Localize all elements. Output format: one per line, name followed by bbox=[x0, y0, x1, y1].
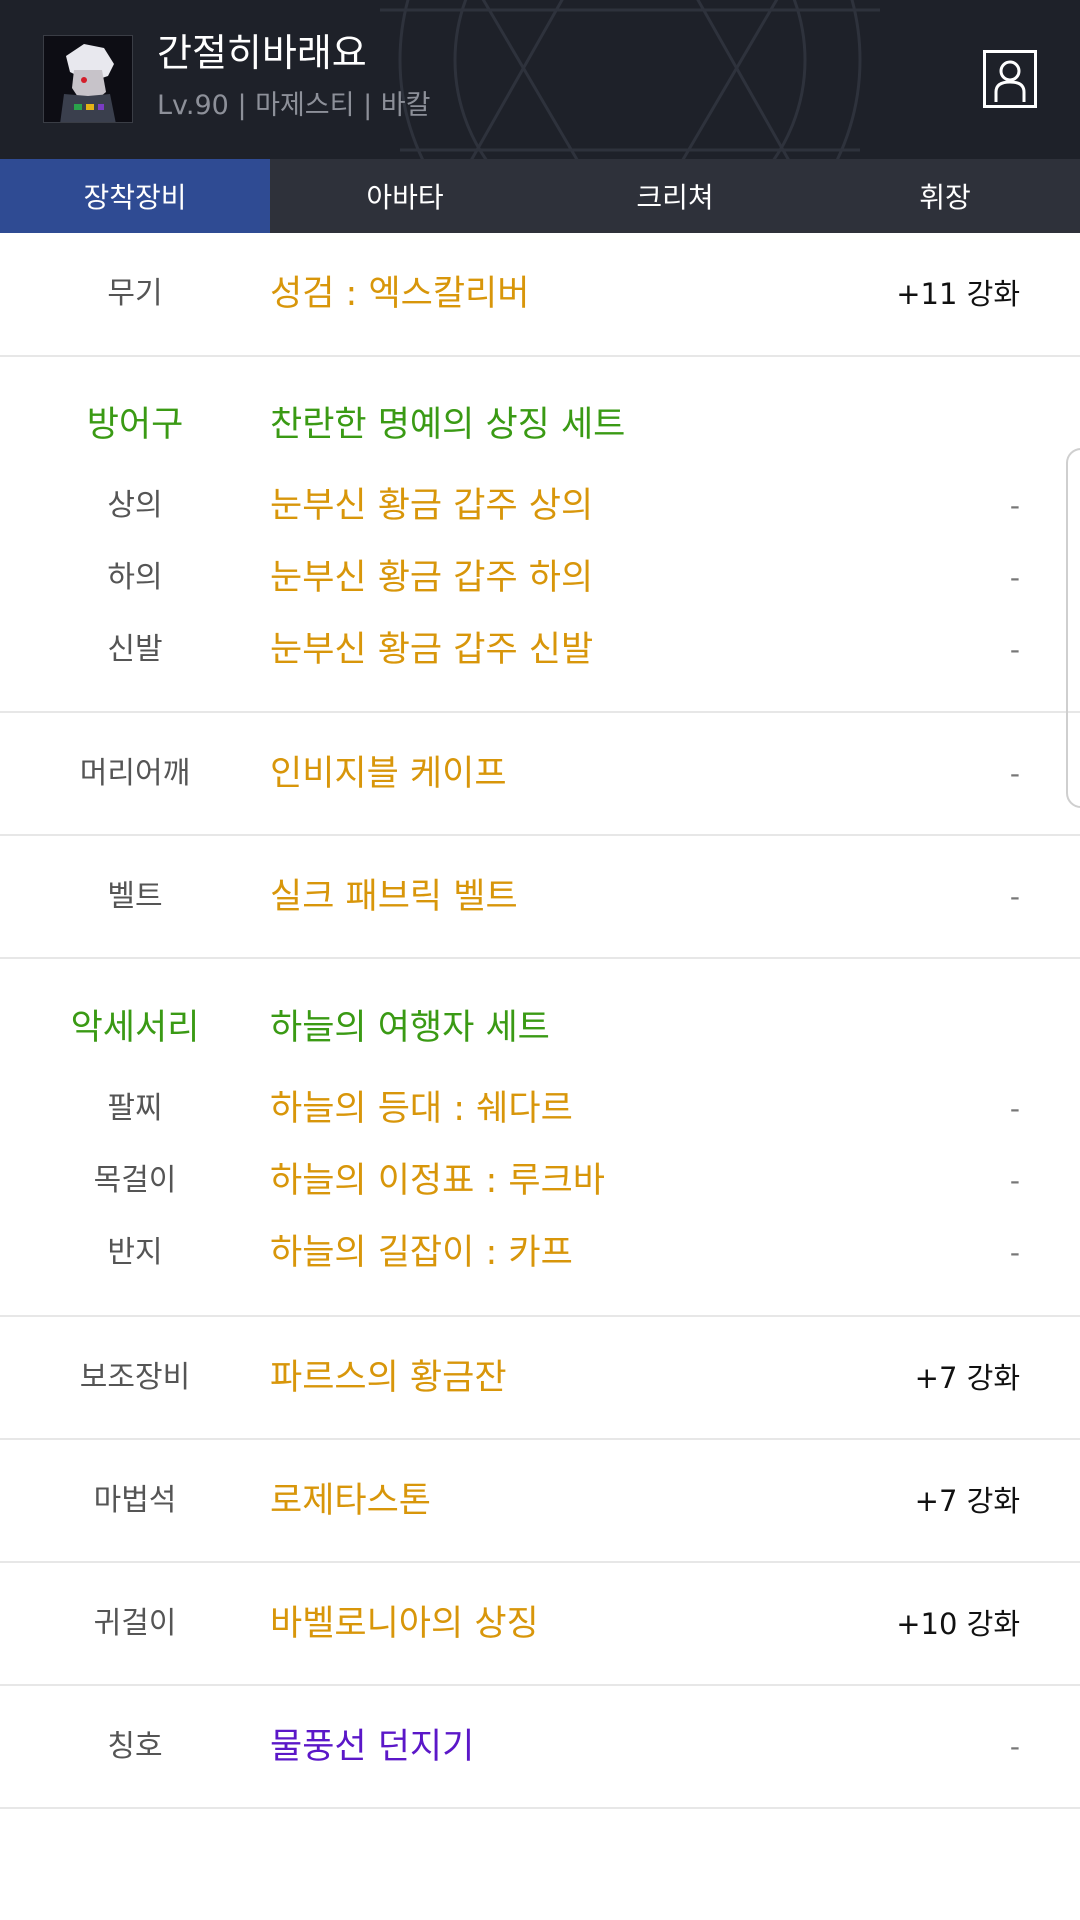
slot-label: 마법석 bbox=[93, 1483, 177, 1518]
equipment-tabs: 장착장비 아바타 크리쳐 휘장 bbox=[0, 159, 1080, 233]
item-name[interactable]: 인비지블 케이프 bbox=[270, 738, 507, 810]
enhance-value: - bbox=[1009, 1730, 1020, 1763]
item-name[interactable]: 실크 패브릭 벨트 bbox=[270, 861, 518, 933]
character-portrait-icon bbox=[44, 36, 132, 122]
slot-label: 귀걸이 bbox=[93, 1606, 177, 1641]
equipment-row-earring[interactable]: 귀걸이 바벨로니아의 상징 +10 강화 bbox=[0, 1588, 1080, 1660]
slot-label: 보조장비 bbox=[79, 1360, 191, 1395]
slot-label: 칭호 bbox=[107, 1729, 163, 1764]
equipment-row-bracelet[interactable]: 팔찌 하늘의 등대 : 쉐다르 - bbox=[0, 1073, 1080, 1145]
enhance-value: - bbox=[1009, 633, 1020, 666]
section-title: 칭호 물풍선 던지기 - bbox=[0, 1686, 1080, 1809]
equipment-row-top[interactable]: 상의 눈부신 황금 갑주 상의 - bbox=[0, 470, 1080, 542]
enhance-value: - bbox=[1009, 757, 1020, 790]
section-accessory: 악세서리 하늘의 여행자 세트 팔찌 하늘의 등대 : 쉐다르 - 목걸이 하늘… bbox=[0, 959, 1080, 1317]
character-info: Lv.90 | 마제스티 | 바칼 bbox=[157, 90, 431, 121]
enhance-value: - bbox=[1009, 561, 1020, 594]
tab-avatar[interactable]: 아바타 bbox=[270, 159, 540, 233]
section-belt: 벨트 실크 패브릭 벨트 - bbox=[0, 836, 1080, 959]
slot-label: 반지 bbox=[107, 1235, 163, 1270]
equipment-row-title[interactable]: 칭호 물풍선 던지기 - bbox=[0, 1711, 1080, 1783]
item-name[interactable]: 하늘의 등대 : 쉐다르 bbox=[270, 1073, 573, 1145]
set-name[interactable]: 하늘의 여행자 세트 bbox=[270, 992, 550, 1064]
section-magic-stone: 마법석 로제타스톤 +7 강화 bbox=[0, 1440, 1080, 1563]
item-name[interactable]: 바벨로니아의 상징 bbox=[270, 1588, 539, 1660]
equipment-row-necklace[interactable]: 목걸이 하늘의 이정표 : 루크바 - bbox=[0, 1145, 1080, 1217]
item-name[interactable]: 로제타스톤 bbox=[270, 1465, 431, 1537]
set-name[interactable]: 찬란한 명예의 상징 세트 bbox=[270, 389, 625, 461]
enhance-value: +10 강화 bbox=[896, 1607, 1020, 1641]
equipment-row-shoes[interactable]: 신발 눈부신 황금 갑주 신발 - bbox=[0, 614, 1080, 686]
equipment-row-belt[interactable]: 벨트 실크 패브릭 벨트 - bbox=[0, 861, 1080, 933]
section-shoulder: 머리어깨 인비지블 케이프 - bbox=[0, 713, 1080, 836]
section-armor: 방어구 찬란한 명예의 상징 세트 상의 눈부신 황금 갑주 상의 - 하의 눈… bbox=[0, 357, 1080, 713]
equipment-row-ring[interactable]: 반지 하늘의 길잡이 : 카프 - bbox=[0, 1217, 1080, 1289]
slot-label: 팔찌 bbox=[107, 1091, 163, 1126]
slot-label: 무기 bbox=[107, 276, 163, 311]
item-name[interactable]: 하늘의 길잡이 : 카프 bbox=[270, 1217, 573, 1289]
item-name[interactable]: 파르스의 황금잔 bbox=[270, 1342, 507, 1414]
equipment-row-weapon[interactable]: 무기 성검 : 엑스칼리버 +11 강화 bbox=[0, 258, 1080, 330]
set-label: 방어구 bbox=[86, 405, 184, 445]
item-name[interactable]: 하늘의 이정표 : 루크바 bbox=[270, 1145, 605, 1217]
equipment-list: 무기 성검 : 엑스칼리버 +11 강화 방어구 찬란한 명예의 상징 세트 상… bbox=[0, 233, 1080, 1809]
set-row-armor[interactable]: 방어구 찬란한 명예의 상징 세트 bbox=[0, 389, 1080, 461]
person-icon bbox=[994, 60, 1026, 102]
item-name[interactable]: 물풍선 던지기 bbox=[270, 1711, 474, 1783]
profile-button[interactable] bbox=[983, 50, 1037, 108]
tab-equipped[interactable]: 장착장비 bbox=[0, 159, 270, 233]
slot-label: 벨트 bbox=[107, 879, 163, 914]
enhance-value: - bbox=[1009, 1092, 1020, 1125]
enhance-value: +7 강화 bbox=[914, 1361, 1020, 1395]
equipment-row-shoulder[interactable]: 머리어깨 인비지블 케이프 - bbox=[0, 738, 1080, 810]
item-name[interactable]: 성검 : 엑스칼리버 bbox=[270, 258, 529, 330]
slot-label: 목걸이 bbox=[93, 1163, 177, 1198]
item-name[interactable]: 눈부신 황금 갑주 상의 bbox=[270, 470, 593, 542]
slot-label: 하의 bbox=[107, 560, 163, 595]
tab-creature[interactable]: 크리쳐 bbox=[540, 159, 810, 233]
set-label: 악세서리 bbox=[70, 1008, 200, 1048]
equipment-row-sub[interactable]: 보조장비 파르스의 황금잔 +7 강화 bbox=[0, 1342, 1080, 1414]
character-avatar[interactable] bbox=[43, 35, 133, 123]
enhance-value: - bbox=[1009, 1236, 1020, 1269]
enhance-value: +7 강화 bbox=[914, 1484, 1020, 1518]
item-name[interactable]: 눈부신 황금 갑주 하의 bbox=[270, 542, 593, 614]
section-earring: 귀걸이 바벨로니아의 상징 +10 강화 bbox=[0, 1563, 1080, 1686]
enhance-value: - bbox=[1009, 489, 1020, 522]
tab-emblem[interactable]: 휘장 bbox=[810, 159, 1080, 233]
section-sub: 보조장비 파르스의 황금잔 +7 강화 bbox=[0, 1317, 1080, 1440]
enhance-value: +11 강화 bbox=[896, 277, 1020, 311]
character-name: 간절히바래요 bbox=[157, 31, 367, 75]
side-scroll-handle[interactable] bbox=[1066, 448, 1080, 808]
slot-label: 상의 bbox=[107, 488, 163, 523]
magic-circle-decoration bbox=[380, 0, 880, 159]
enhance-value: - bbox=[1009, 880, 1020, 913]
section-weapon: 무기 성검 : 엑스칼리버 +11 강화 bbox=[0, 233, 1080, 357]
equipment-row-magic-stone[interactable]: 마법석 로제타스톤 +7 강화 bbox=[0, 1465, 1080, 1537]
character-header: 간절히바래요 Lv.90 | 마제스티 | 바칼 bbox=[0, 0, 1080, 159]
equipment-row-bottom[interactable]: 하의 눈부신 황금 갑주 하의 - bbox=[0, 542, 1080, 614]
slot-label: 신발 bbox=[107, 632, 163, 667]
slot-label: 머리어깨 bbox=[79, 756, 191, 791]
enhance-value: - bbox=[1009, 1164, 1020, 1197]
item-name[interactable]: 눈부신 황금 갑주 신발 bbox=[270, 614, 593, 686]
set-row-accessory[interactable]: 악세서리 하늘의 여행자 세트 bbox=[0, 992, 1080, 1064]
